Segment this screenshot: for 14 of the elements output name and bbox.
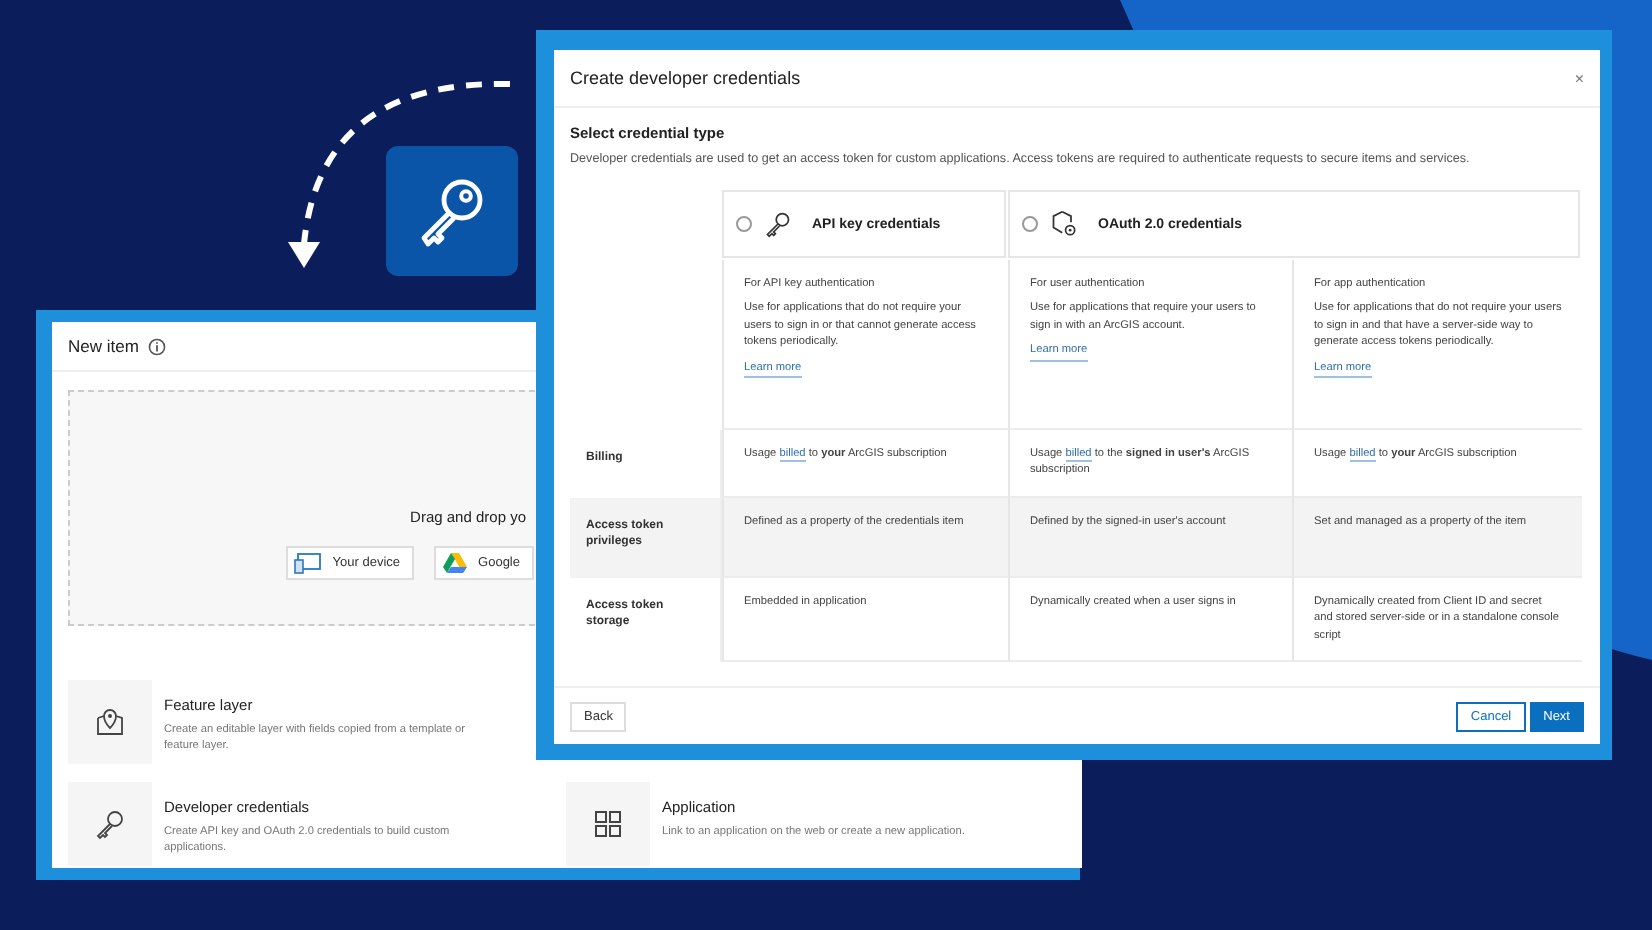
shield-gear-icon xyxy=(1050,210,1078,238)
key-icon xyxy=(94,808,126,840)
close-button[interactable]: × xyxy=(1574,69,1584,87)
monitor-icon xyxy=(294,552,323,574)
key-icon xyxy=(386,146,518,276)
dialog-title: Create developer credentials xyxy=(570,68,801,88)
map-pin-icon xyxy=(94,706,126,738)
radio-button[interactable] xyxy=(1022,216,1038,232)
triangle-icon xyxy=(442,552,469,574)
window-title: New item xyxy=(68,336,139,356)
info-icon xyxy=(148,337,167,355)
grid-icon xyxy=(592,808,624,840)
key-icon xyxy=(764,210,792,238)
radio-button[interactable] xyxy=(736,216,752,232)
